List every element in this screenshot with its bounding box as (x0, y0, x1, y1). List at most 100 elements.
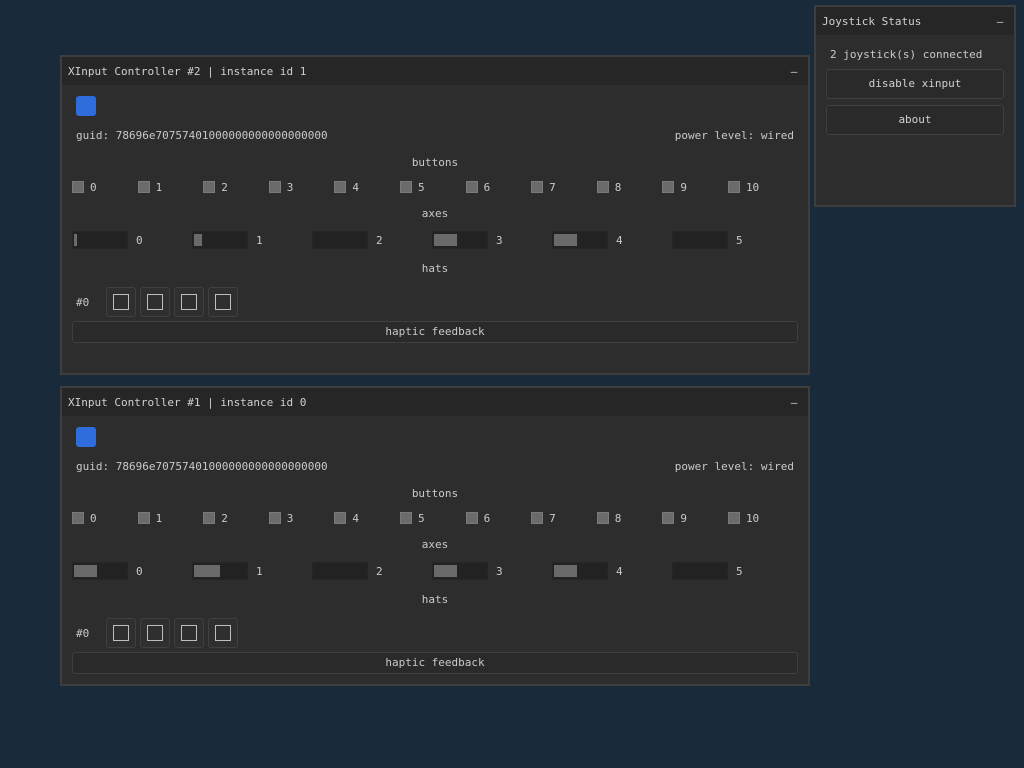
controller-window: XInput Controller #2 | instance id 1 – g… (60, 55, 810, 375)
button-checkbox[interactable] (531, 181, 544, 193)
hat-left-button[interactable] (208, 287, 238, 317)
controller-titlebar[interactable]: XInput Controller #1 | instance id 0 – (62, 388, 808, 416)
button-checkbox[interactable] (662, 181, 675, 193)
axis-slider[interactable] (672, 231, 728, 249)
button-indicator[interactable]: 6 (465, 181, 532, 194)
hat-label: #0 (76, 295, 90, 309)
button-checkbox[interactable] (268, 181, 281, 193)
button-checkbox[interactable] (334, 181, 347, 193)
controller-led-indicator (76, 96, 96, 116)
button-checkbox[interactable] (399, 512, 412, 524)
button-checkbox[interactable] (465, 512, 478, 524)
button-indicator[interactable]: 6 (465, 512, 532, 525)
controller-minimize-button[interactable]: – (786, 396, 802, 409)
axis-label: 1 (256, 233, 263, 247)
button-indicator[interactable]: 4 (334, 181, 400, 194)
axis-slider-fill (194, 234, 202, 246)
about-button[interactable]: about (826, 105, 1004, 135)
button-indicator[interactable]: 0 (72, 512, 138, 525)
button-checkbox[interactable] (596, 512, 609, 524)
button-checkbox[interactable] (137, 181, 150, 193)
button-indicator[interactable]: 1 (137, 181, 204, 194)
button-checkbox[interactable] (203, 181, 216, 193)
hat-right-button[interactable] (140, 287, 170, 317)
button-indicator[interactable]: 4 (334, 512, 400, 525)
haptic-feedback-button[interactable]: haptic feedback (72, 652, 798, 674)
joystick-status-window: Joystick Status – 2 joystick(s) connecte… (814, 5, 1016, 207)
button-indicator[interactable]: 1 (137, 512, 204, 525)
axis-slider[interactable] (432, 562, 488, 580)
hats-row: #0 (72, 618, 798, 648)
hat-down-button[interactable] (174, 618, 204, 648)
hat-down-button[interactable] (174, 287, 204, 317)
disable-xinput-button[interactable]: disable xinput (826, 69, 1004, 99)
axis-label: 3 (496, 233, 503, 247)
axis-item: 2 (312, 231, 432, 249)
axis-label: 5 (736, 233, 743, 247)
button-indicator[interactable]: 9 (662, 181, 728, 194)
hat-left-button[interactable] (208, 618, 238, 648)
button-indicator[interactable]: 5 (399, 511, 466, 525)
button-checkbox[interactable] (203, 512, 216, 524)
button-indicator[interactable]: 9 (662, 512, 728, 525)
axis-slider[interactable] (552, 231, 608, 249)
controller-minimize-button[interactable]: – (786, 65, 802, 78)
button-checkbox[interactable] (334, 512, 347, 524)
axis-slider[interactable] (192, 562, 248, 580)
button-indicator[interactable]: 3 (268, 512, 335, 525)
button-label: 4 (352, 180, 359, 194)
hats-heading: hats (421, 262, 449, 275)
axis-slider[interactable] (432, 231, 488, 249)
hat-square-icon (181, 294, 197, 310)
axis-item: 3 (432, 231, 552, 249)
guid-text: guid: 78696e70757401000000000000000000 (76, 128, 328, 142)
button-checkbox[interactable] (531, 512, 544, 524)
axis-item: 1 (192, 231, 312, 249)
button-checkbox[interactable] (727, 512, 740, 524)
button-indicator[interactable]: 2 (203, 512, 269, 525)
button-indicator[interactable]: 8 (596, 181, 663, 194)
hat-right-button[interactable] (140, 618, 170, 648)
button-checkbox[interactable] (72, 181, 84, 193)
axis-item: 0 (72, 231, 192, 249)
axis-label: 5 (736, 564, 743, 578)
hat-up-button[interactable] (106, 618, 136, 648)
button-checkbox[interactable] (72, 512, 84, 524)
button-label: 0 (90, 180, 97, 194)
button-checkbox[interactable] (399, 181, 412, 193)
hat-up-button[interactable] (106, 287, 136, 317)
button-label: 0 (90, 511, 97, 525)
button-checkbox[interactable] (596, 181, 609, 193)
button-checkbox[interactable] (662, 512, 675, 524)
button-indicator[interactable]: 10 (727, 512, 794, 525)
axis-slider[interactable] (312, 562, 368, 580)
button-indicator[interactable]: 2 (203, 181, 269, 194)
button-indicator[interactable]: 8 (596, 512, 663, 525)
button-indicator[interactable]: 5 (399, 181, 466, 194)
button-indicator[interactable]: 3 (268, 181, 335, 194)
button-checkbox[interactable] (137, 512, 150, 524)
axis-item: 3 (432, 562, 552, 580)
haptic-feedback-button[interactable]: haptic feedback (72, 321, 798, 343)
button-label: 10 (745, 180, 760, 194)
button-checkbox[interactable] (268, 512, 281, 524)
button-indicator[interactable]: 10 (727, 180, 794, 194)
axis-slider[interactable] (192, 231, 248, 249)
button-indicator[interactable]: 0 (72, 181, 138, 194)
joystick-status-minimize-button[interactable]: – (992, 15, 1008, 28)
button-checkbox[interactable] (465, 181, 478, 193)
axis-slider[interactable] (312, 231, 368, 249)
hat-square-icon (147, 625, 163, 641)
axis-slider[interactable] (72, 562, 128, 580)
axis-slider[interactable] (672, 562, 728, 580)
button-indicator[interactable]: 7 (531, 512, 597, 525)
axis-item: 1 (192, 562, 312, 580)
axis-slider[interactable] (552, 562, 608, 580)
controller-titlebar[interactable]: XInput Controller #2 | instance id 1 – (62, 57, 808, 85)
axis-slider[interactable] (72, 231, 128, 249)
button-label: 5 (417, 511, 425, 525)
button-checkbox[interactable] (727, 181, 740, 193)
button-indicator[interactable]: 7 (531, 181, 597, 194)
joystick-status-titlebar[interactable]: Joystick Status – (816, 7, 1014, 35)
hat-square-icon (113, 294, 129, 310)
